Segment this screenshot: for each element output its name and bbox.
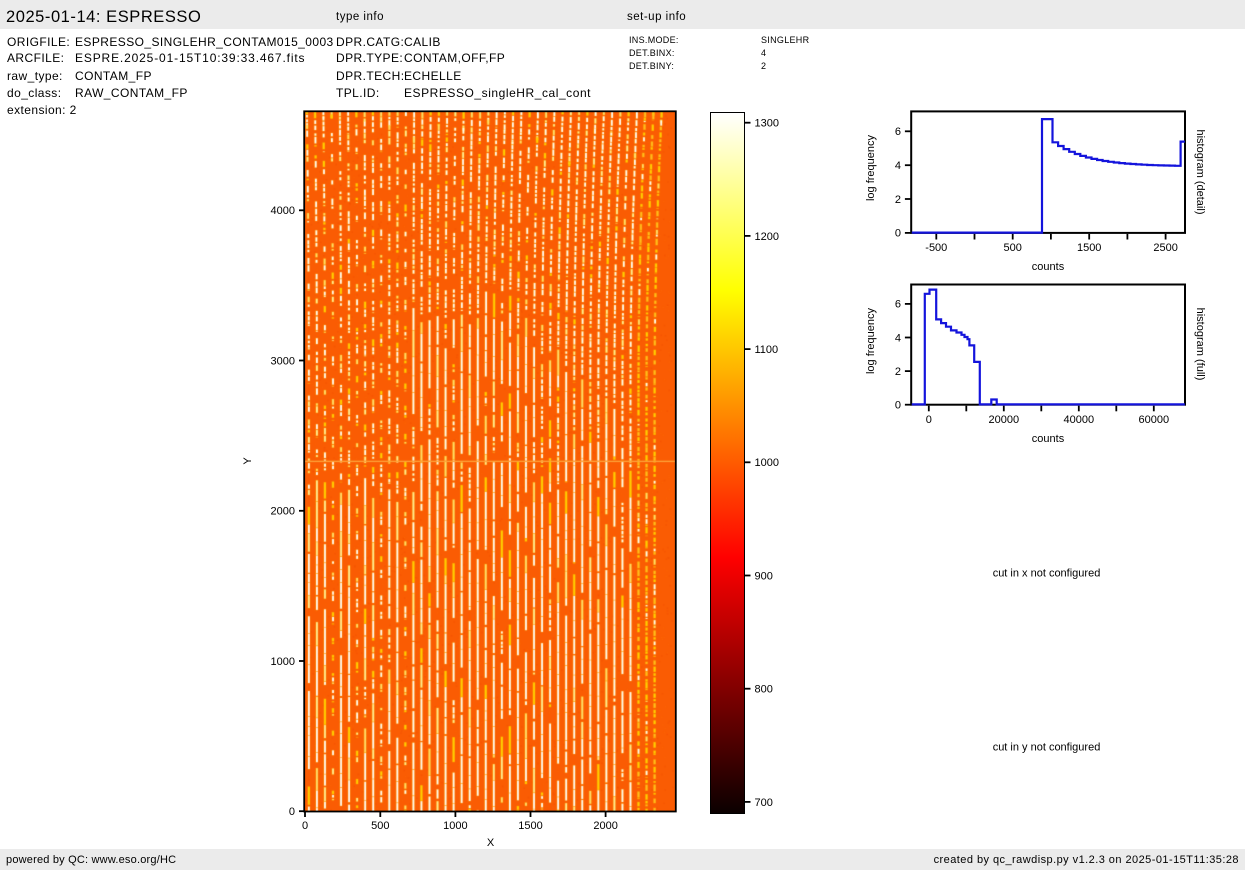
svg-text:1300: 1300 [755,118,779,130]
svg-text:500: 500 [371,820,389,832]
svg-text:900: 900 [755,570,773,582]
svg-text:1500: 1500 [1077,242,1101,254]
svg-text:1000: 1000 [271,656,295,668]
svg-text:1100: 1100 [755,344,779,356]
svg-text:cut in x not configured: cut in x not configured [993,568,1101,580]
svg-text:0: 0 [926,414,932,426]
svg-text:cut in y not configured: cut in y not configured [993,742,1101,754]
svg-text:2000: 2000 [593,820,617,832]
svg-text:histogram (detail): histogram (detail) [1194,130,1206,215]
svg-text:X: X [487,837,495,849]
svg-text:3000: 3000 [271,355,295,367]
svg-text:500: 500 [1004,242,1022,254]
svg-text:6: 6 [895,126,901,138]
svg-text:1000: 1000 [755,457,779,469]
svg-text:2: 2 [895,366,901,378]
svg-text:1500: 1500 [518,820,542,832]
svg-text:counts: counts [1032,261,1065,273]
svg-text:1200: 1200 [755,231,779,243]
svg-text:0: 0 [302,820,308,832]
svg-text:800: 800 [755,684,773,696]
svg-text:1000: 1000 [443,820,467,832]
svg-text:4: 4 [895,160,901,172]
svg-text:6: 6 [895,299,901,311]
svg-text:Y: Y [242,457,254,465]
svg-text:4000: 4000 [271,205,295,217]
svg-text:40000: 40000 [1064,414,1095,426]
svg-text:-500: -500 [925,242,947,254]
svg-text:60000: 60000 [1139,414,1170,426]
svg-text:histogram (full): histogram (full) [1194,308,1206,381]
svg-text:2500: 2500 [1153,242,1177,254]
svg-text:log frequency: log frequency [865,307,877,374]
svg-text:4: 4 [895,332,901,344]
svg-text:counts: counts [1032,433,1065,445]
svg-text:20000: 20000 [989,414,1020,426]
svg-text:0: 0 [289,806,295,818]
svg-text:log frequency: log frequency [865,134,877,201]
svg-text:0: 0 [895,400,901,412]
svg-text:700: 700 [755,797,773,809]
svg-text:0: 0 [895,228,901,240]
svg-text:2: 2 [895,194,901,206]
svg-text:2000: 2000 [271,506,295,518]
